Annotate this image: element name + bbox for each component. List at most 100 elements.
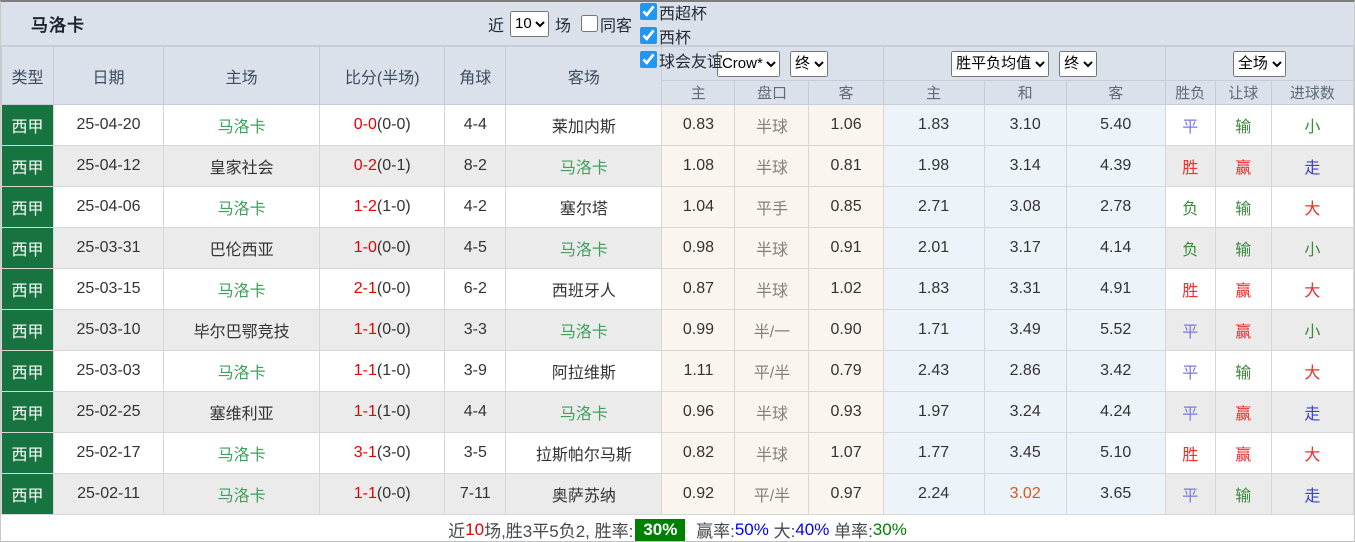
league-cell: 西甲 xyxy=(2,269,54,310)
match-row: 西甲25-02-17马洛卡3-1(3-0)3-5拉斯帕尔马斯0.82半球1.07… xyxy=(2,433,1354,474)
halftime-score: (0-0) xyxy=(377,116,411,133)
euro-draw-odds-cell: 3.17 xyxy=(984,228,1066,269)
league-cell: 西甲 xyxy=(2,146,54,187)
match-row: 西甲25-02-11马洛卡1-1(0-0)7-11奥萨苏纳0.92平/半0.97… xyxy=(2,474,1354,515)
single-label: 单率: xyxy=(829,517,872,542)
handicap-result-cell: 赢 xyxy=(1215,269,1271,310)
handicap-result-cell: 赢 xyxy=(1215,433,1271,474)
col-header-corner: 角球 xyxy=(445,47,506,105)
league-checkbox[interactable] xyxy=(640,51,657,68)
sub-header-handicap-result: 让球 xyxy=(1215,81,1271,105)
euro-odds-type-select[interactable]: 胜平负均值 xyxy=(951,51,1049,77)
home-team-cell: 马洛卡 xyxy=(164,433,320,474)
match-row: 西甲25-03-03马洛卡1-1(1-0)3-9阿拉维斯1.11平/半0.792… xyxy=(2,351,1354,392)
goals-result-cell: 大 xyxy=(1271,351,1353,392)
col-header-score: 比分(半场) xyxy=(320,47,445,105)
euro-draw-odds-cell: 2.86 xyxy=(984,351,1066,392)
euro-draw-odds-cell: 3.24 xyxy=(984,392,1066,433)
goals-result-cell: 大 xyxy=(1271,269,1353,310)
score-cell: 1-0(0-0) xyxy=(320,228,445,269)
corner-cell: 3-5 xyxy=(445,433,506,474)
date-cell: 25-04-12 xyxy=(54,146,164,187)
sub-header-asian-away: 客 xyxy=(809,81,883,105)
asian-odds-time-select[interactable]: 终 xyxy=(790,51,828,77)
league-cell: 西甲 xyxy=(2,228,54,269)
sub-header-euro-away: 客 xyxy=(1066,81,1165,105)
home-team-cell: 巴伦西亚 xyxy=(164,228,320,269)
halftime-score: (0-0) xyxy=(377,280,411,297)
euro-away-odds-cell: 4.14 xyxy=(1066,228,1165,269)
result-header: 全场 xyxy=(1165,47,1353,81)
sub-header-euro-home: 主 xyxy=(883,81,984,105)
handicap-result-cell: 输 xyxy=(1215,351,1271,392)
handicap-cell: 半球 xyxy=(735,146,809,187)
topbar: 马洛卡 近 10 场 同客 西甲西超杯西杯球会友谊 xyxy=(1,2,1354,46)
match-scope-select[interactable]: 全场 xyxy=(1233,51,1286,77)
league-checkbox[interactable] xyxy=(640,3,657,20)
score-cell: 2-1(0-0) xyxy=(320,269,445,310)
asian-away-odds-cell: 0.81 xyxy=(809,146,883,187)
handicap-result-cell: 赢 xyxy=(1215,310,1271,351)
euro-home-odds-cell: 1.97 xyxy=(883,392,984,433)
home-team-cell: 马洛卡 xyxy=(164,351,320,392)
corner-cell: 4-5 xyxy=(445,228,506,269)
score-cell: 0-0(0-0) xyxy=(320,105,445,146)
summary-bar: 近10场,胜3平5负2, 胜率:30% 赢率:50% 大:40% 单率:30% xyxy=(1,515,1354,542)
league-filter-4: 球会友谊 xyxy=(640,48,723,72)
asian-home-odds-cell: 1.11 xyxy=(662,351,735,392)
halftime-score: (1-0) xyxy=(377,198,411,215)
big-rate-value: 40% xyxy=(795,520,829,540)
euro-home-odds-cell: 2.01 xyxy=(883,228,984,269)
euro-draw-odds-cell: 3.49 xyxy=(984,310,1066,351)
same-venue-checkbox[interactable] xyxy=(581,15,598,32)
fulltime-score: 1-1 xyxy=(354,485,377,502)
col-header-date: 日期 xyxy=(54,47,164,105)
euro-away-odds-cell: 3.42 xyxy=(1066,351,1165,392)
asian-away-odds-cell: 0.91 xyxy=(809,228,883,269)
euro-away-odds-cell: 4.91 xyxy=(1066,269,1165,310)
fulltime-score: 2-1 xyxy=(354,280,377,297)
corner-cell: 3-9 xyxy=(445,351,506,392)
corner-cell: 4-4 xyxy=(445,105,506,146)
home-team-cell: 皇家社会 xyxy=(164,146,320,187)
league-cell: 西甲 xyxy=(2,392,54,433)
big-label: 大: xyxy=(769,517,795,542)
score-cell: 1-1(0-0) xyxy=(320,474,445,515)
fulltime-score: 1-1 xyxy=(354,321,377,338)
summary-prefix: 近 xyxy=(448,517,465,542)
match-row: 西甲25-04-20马洛卡0-0(0-0)4-4莱加内斯0.83半球1.061.… xyxy=(2,105,1354,146)
fulltime-score: 1-2 xyxy=(354,198,377,215)
away-team-cell: 马洛卡 xyxy=(506,392,662,433)
summary-recent-count: 10 xyxy=(465,520,484,540)
date-cell: 25-04-20 xyxy=(54,105,164,146)
handicap-result-cell: 赢 xyxy=(1215,146,1271,187)
match-table: 类型 日期 主场 比分(半场) 角球 客场 Crow*终 胜平负均值终 全场 主… xyxy=(1,46,1354,515)
result-cell: 胜 xyxy=(1165,146,1215,187)
recent-count-select[interactable]: 10 xyxy=(510,11,549,37)
euro-away-odds-cell: 5.40 xyxy=(1066,105,1165,146)
euro-home-odds-cell: 1.77 xyxy=(883,433,984,474)
euro-odds-time-select[interactable]: 终 xyxy=(1059,51,1097,77)
col-header-home: 主场 xyxy=(164,47,320,105)
score-cell: 3-1(3-0) xyxy=(320,433,445,474)
euro-away-odds-cell: 5.52 xyxy=(1066,310,1165,351)
bookmaker-select[interactable]: Crow* xyxy=(717,51,780,77)
corner-cell: 3-3 xyxy=(445,310,506,351)
halftime-score: (0-1) xyxy=(377,157,411,174)
sub-header-handicap: 盘口 xyxy=(735,81,809,105)
handicap-result-cell: 输 xyxy=(1215,228,1271,269)
win-odds-label: 赢率: xyxy=(691,517,734,542)
away-team-cell: 西班牙人 xyxy=(506,269,662,310)
date-cell: 25-04-06 xyxy=(54,187,164,228)
fulltime-score: 1-1 xyxy=(354,403,377,420)
goals-result-cell: 小 xyxy=(1271,310,1353,351)
handicap-cell: 半球 xyxy=(735,269,809,310)
league-checkbox[interactable] xyxy=(640,27,657,44)
asian-home-odds-cell: 0.83 xyxy=(662,105,735,146)
euro-away-odds-cell: 3.65 xyxy=(1066,474,1165,515)
asian-home-odds-cell: 0.92 xyxy=(662,474,735,515)
euro-away-odds-cell: 4.24 xyxy=(1066,392,1165,433)
asian-home-odds-cell: 0.82 xyxy=(662,433,735,474)
euro-home-odds-cell: 2.43 xyxy=(883,351,984,392)
handicap-result-cell: 输 xyxy=(1215,187,1271,228)
